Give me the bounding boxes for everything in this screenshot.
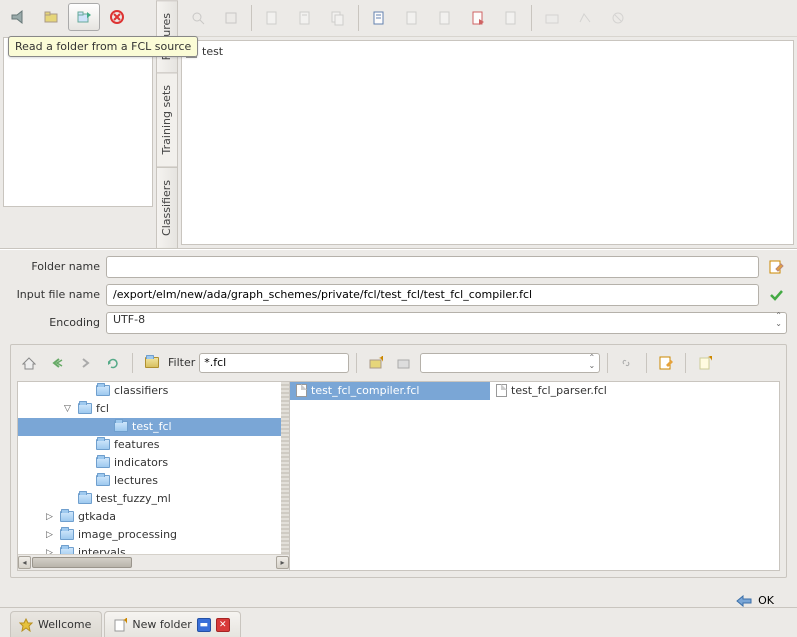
project-tree-panel [3,37,153,207]
ok-label: OK [758,594,774,607]
open-folder-icon[interactable] [35,3,67,31]
tool-icon-10[interactable] [495,4,527,32]
tool-icon-12[interactable] [569,4,601,32]
tree-row[interactable]: test_fcl [18,418,289,436]
input-file-label: Input file name [10,288,100,301]
tree-row[interactable]: indicators [18,454,289,472]
tab-classifiers[interactable]: Classifiers [156,167,178,249]
tree-scrollbar[interactable]: ◂▸ [18,554,289,570]
delete-folder-icon[interactable] [392,352,416,374]
home-icon[interactable] [17,352,41,374]
tool-icon-11[interactable] [536,4,568,32]
tree-row[interactable]: features [18,436,289,454]
refresh-icon[interactable] [101,352,125,374]
tree-row[interactable]: test_fuzzy_ml [18,490,289,508]
tree-row[interactable]: classifiers [18,382,289,400]
tool-icon-3[interactable] [256,4,288,32]
tree-row[interactable]: ▷image_processing [18,526,289,544]
tab-training-sets[interactable]: Training sets [156,72,178,167]
svg-text:✦: ✦ [378,356,383,365]
new-doc-icon[interactable]: ✦ [693,352,717,374]
encoding-select[interactable]: UTF-8 [106,312,787,334]
edit-icon[interactable] [654,352,678,374]
tool-icon-13[interactable] [602,4,634,32]
tool-icon-1[interactable] [182,4,214,32]
project-toolbar [0,0,156,34]
forward-icon[interactable] [73,352,97,374]
new-folder-icon[interactable]: ✦ [364,352,388,374]
cancel-icon[interactable] [101,3,133,31]
svg-text:✦: ✦ [707,356,712,364]
announce-icon[interactable] [2,3,34,31]
input-file-input[interactable] [106,284,759,306]
file-list[interactable]: test_fcl_compiler.fcltest_fcl_parser.fcl [290,382,779,570]
folder-name-input[interactable] [106,256,759,278]
content-toolbar [178,0,797,37]
tool-icon-9[interactable] [462,4,494,32]
tree-row[interactable]: ▷gtkada [18,508,289,526]
encoding-label: Encoding [10,316,100,329]
splitter-handle[interactable] [281,382,289,554]
tree-row[interactable]: ▷intervals [18,544,289,554]
doc-star-icon: ✦ [113,618,127,632]
tooltip: Read a folder from a FCL source [8,36,198,57]
back-icon[interactable] [45,352,69,374]
folder-tree[interactable]: classifiers▽fcltest_fclfeaturesindicator… [18,382,290,570]
file-browser: Filter ✦ ✦ classifiers▽fcltest_fclfeatur… [10,344,787,578]
folder-name-label: Folder name [10,260,100,273]
tool-icon-6[interactable] [363,4,395,32]
tree-row[interactable]: lectures [18,472,289,490]
tool-icon-7[interactable] [396,4,428,32]
folder-icon[interactable] [140,352,164,374]
tool-icon-4[interactable] [289,4,321,32]
filter-input[interactable] [199,353,349,373]
read-fcl-folder-icon[interactable] [68,3,100,31]
content-area: test [181,40,794,245]
close-tab-icon[interactable]: ✕ [216,618,230,632]
tab-new-folder[interactable]: ✦ New folder ▬ ✕ [104,611,240,637]
tab-wellcome[interactable]: Wellcome [10,611,102,637]
content-item-label: test [202,45,223,58]
tool-icon-5[interactable] [322,4,354,32]
path-combo[interactable] [420,353,600,373]
link-icon[interactable] [615,352,639,374]
file-item[interactable]: test_fcl_compiler.fcl [290,382,490,400]
edit-folder-icon[interactable] [765,256,787,278]
form-area: Folder name Input file name Encoding UTF… [0,249,797,344]
tool-icon-8[interactable] [429,4,461,32]
ok-arrow-icon [735,594,753,608]
minimize-tab-icon[interactable]: ▬ [197,618,211,632]
file-item[interactable]: test_fcl_parser.fcl [490,382,690,400]
confirm-file-icon[interactable] [765,284,787,306]
tab-new-folder-label: New folder [132,618,191,631]
tab-wellcome-label: Wellcome [38,618,91,631]
tool-icon-2[interactable] [215,4,247,32]
tree-row[interactable]: ▽fcl [18,400,289,418]
filter-label: Filter [168,356,195,369]
bottom-tabs: Wellcome ✦ New folder ▬ ✕ [0,607,797,637]
svg-text:✦: ✦ [122,618,127,627]
star-icon [19,618,33,632]
